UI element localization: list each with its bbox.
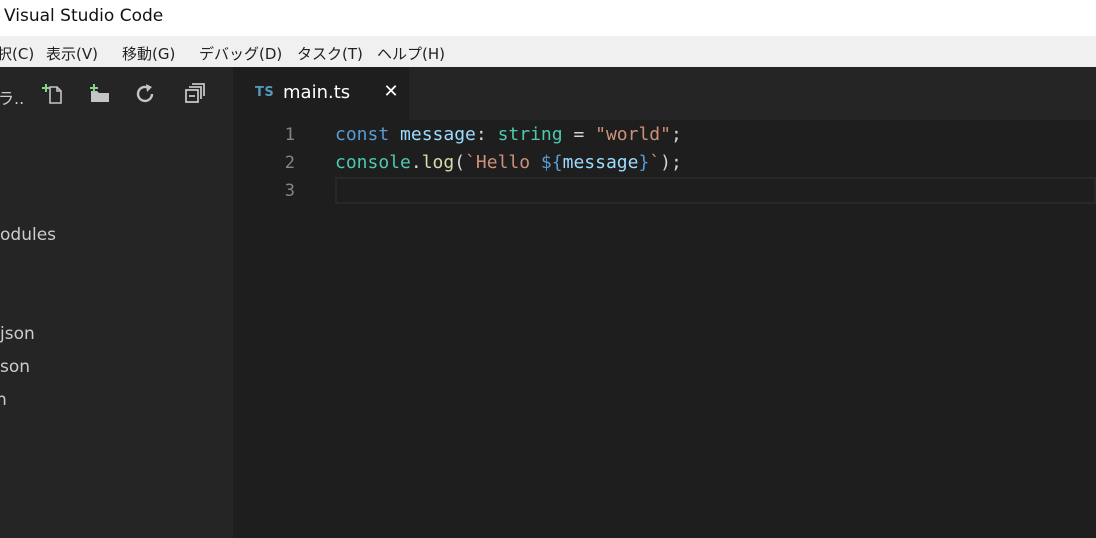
- code-token: =: [562, 124, 596, 145]
- tab-main-ts[interactable]: TS main.ts ✕: [233, 67, 409, 120]
- line-number: 1: [284, 125, 295, 145]
- code-token: "world": [595, 124, 671, 145]
- close-icon[interactable]: ✕: [381, 81, 401, 103]
- menu-help[interactable]: ヘルプ(H): [377, 43, 445, 64]
- collapse-all-icon[interactable]: [182, 81, 208, 107]
- menu-view[interactable]: 表示(V): [46, 43, 98, 64]
- code-token: ${: [540, 152, 563, 173]
- menu-bar: 択(C) 表示(V) 移動(G) デバッグ(D) タスク(T) ヘルプ(H): [0, 36, 1096, 67]
- code-line: 1 const message: string = "world";: [233, 121, 1096, 149]
- code-text: const message: string = "world";: [335, 121, 682, 149]
- code-token: message: [562, 152, 639, 173]
- tree-item-node-modules[interactable]: odules: [0, 225, 56, 245]
- line-number: 2: [284, 153, 295, 173]
- code-token: .: [410, 152, 422, 173]
- editor-pane: TS main.ts ✕ 1 const message: string = "…: [233, 67, 1096, 538]
- tree-item-json-2[interactable]: son: [0, 357, 30, 377]
- menu-debug[interactable]: デバッグ(D): [199, 43, 282, 64]
- refresh-icon[interactable]: [133, 81, 159, 107]
- code-token: `: [649, 152, 661, 173]
- code-text: console.log(`Hello ${message}`);: [335, 149, 682, 177]
- typescript-file-icon: TS: [255, 85, 275, 100]
- code-line: 2 console.log(`Hello ${message}`);: [233, 149, 1096, 177]
- code-token: }: [638, 152, 650, 173]
- new-file-icon[interactable]: [40, 81, 66, 107]
- tab-label: main.ts: [283, 82, 351, 103]
- code-token: message: [400, 124, 476, 145]
- menu-selection[interactable]: 択(C): [0, 43, 34, 64]
- tree-item-json-1[interactable]: json: [0, 324, 35, 344]
- code-token: string: [497, 124, 563, 145]
- explorer-header: ラ..: [0, 89, 25, 108]
- tree-item-file[interactable]: n: [0, 390, 7, 410]
- code-token: console: [335, 152, 411, 173]
- menu-go[interactable]: 移動(G): [122, 43, 175, 64]
- code-token: const: [335, 124, 390, 145]
- code-token: :: [475, 124, 498, 145]
- line-number: 3: [284, 181, 295, 201]
- explorer-sidebar: ラ.. odules json son n: [0, 67, 233, 538]
- code-token: ;: [670, 124, 682, 145]
- code-token: `Hello: [465, 152, 541, 173]
- tab-bar: TS main.ts ✕: [233, 67, 1096, 120]
- menu-tasks[interactable]: タスク(T): [297, 43, 363, 64]
- title-bar: Visual Studio Code: [0, 0, 1096, 36]
- code-token: (: [454, 152, 466, 173]
- window-title: Visual Studio Code: [4, 6, 164, 26]
- code-token: log: [421, 152, 455, 173]
- code-editor[interactable]: 1 const message: string = "world"; 2 con…: [233, 120, 1096, 538]
- code-token: );: [660, 152, 682, 173]
- new-folder-icon[interactable]: [87, 81, 113, 107]
- code-line: 3: [233, 177, 1096, 205]
